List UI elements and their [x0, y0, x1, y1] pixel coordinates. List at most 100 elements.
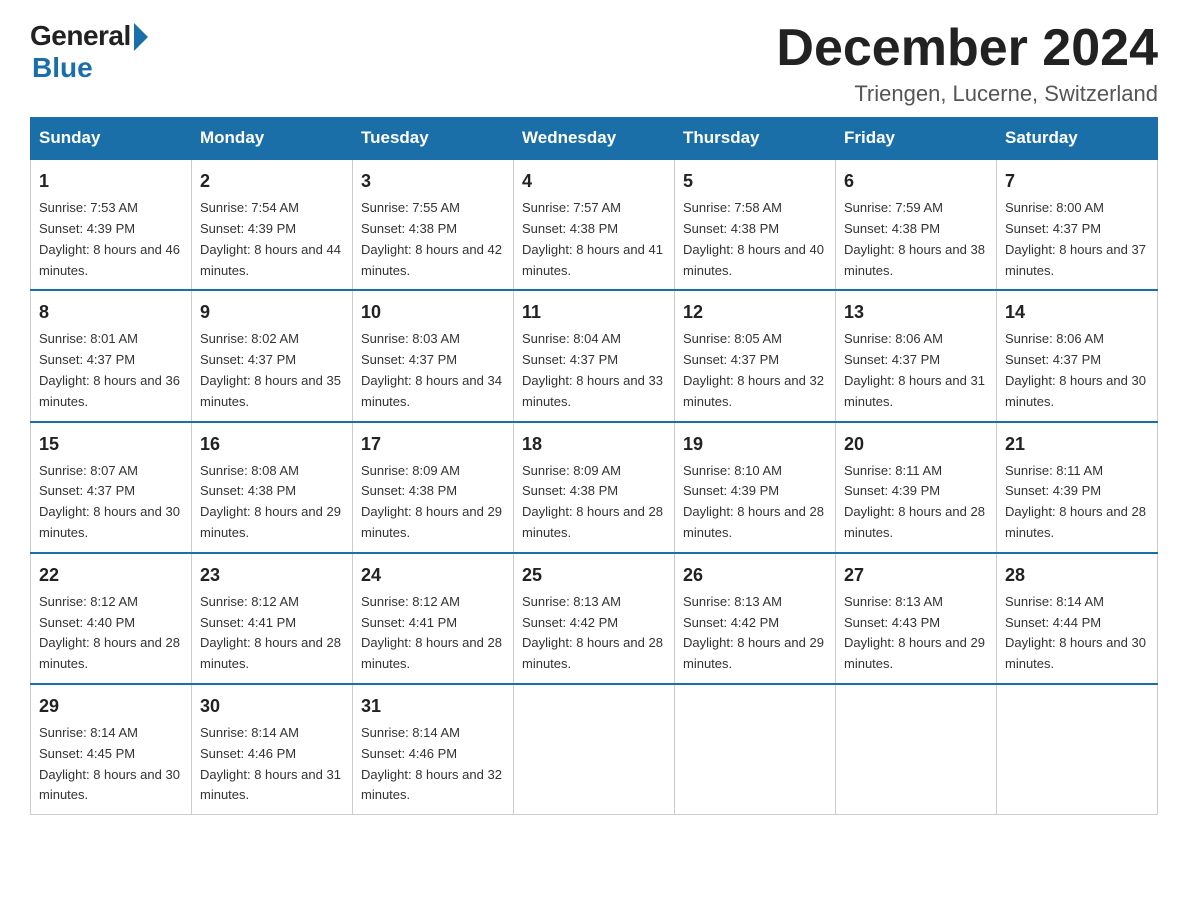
day-number: 2	[200, 168, 344, 195]
day-info: Sunrise: 8:09 AMSunset: 4:38 PMDaylight:…	[361, 463, 502, 540]
weekday-header-row: SundayMondayTuesdayWednesdayThursdayFrid…	[31, 118, 1158, 160]
calendar-day-cell: 18 Sunrise: 8:09 AMSunset: 4:38 PMDaylig…	[514, 422, 675, 553]
logo-arrow-icon	[134, 23, 148, 51]
weekday-header-wednesday: Wednesday	[514, 118, 675, 160]
day-info: Sunrise: 8:11 AMSunset: 4:39 PMDaylight:…	[1005, 463, 1146, 540]
calendar-day-cell: 20 Sunrise: 8:11 AMSunset: 4:39 PMDaylig…	[836, 422, 997, 553]
calendar-day-cell: 26 Sunrise: 8:13 AMSunset: 4:42 PMDaylig…	[675, 553, 836, 684]
day-info: Sunrise: 8:13 AMSunset: 4:42 PMDaylight:…	[522, 594, 663, 671]
calendar-week-row: 1 Sunrise: 7:53 AMSunset: 4:39 PMDayligh…	[31, 159, 1158, 290]
weekday-header-thursday: Thursday	[675, 118, 836, 160]
day-info: Sunrise: 8:12 AMSunset: 4:41 PMDaylight:…	[361, 594, 502, 671]
day-number: 21	[1005, 431, 1149, 458]
logo-blue-text: Blue	[32, 52, 93, 84]
calendar-day-cell: 4 Sunrise: 7:57 AMSunset: 4:38 PMDayligh…	[514, 159, 675, 290]
calendar-day-cell: 5 Sunrise: 7:58 AMSunset: 4:38 PMDayligh…	[675, 159, 836, 290]
day-info: Sunrise: 7:58 AMSunset: 4:38 PMDaylight:…	[683, 200, 824, 277]
day-number: 15	[39, 431, 183, 458]
calendar-day-cell: 17 Sunrise: 8:09 AMSunset: 4:38 PMDaylig…	[353, 422, 514, 553]
day-info: Sunrise: 8:04 AMSunset: 4:37 PMDaylight:…	[522, 331, 663, 408]
day-number: 29	[39, 693, 183, 720]
logo-general-text: General	[30, 20, 131, 52]
day-info: Sunrise: 8:14 AMSunset: 4:44 PMDaylight:…	[1005, 594, 1146, 671]
day-number: 11	[522, 299, 666, 326]
calendar-day-cell: 28 Sunrise: 8:14 AMSunset: 4:44 PMDaylig…	[997, 553, 1158, 684]
day-number: 7	[1005, 168, 1149, 195]
day-info: Sunrise: 8:13 AMSunset: 4:42 PMDaylight:…	[683, 594, 824, 671]
day-info: Sunrise: 8:14 AMSunset: 4:46 PMDaylight:…	[361, 725, 502, 802]
day-info: Sunrise: 8:14 AMSunset: 4:46 PMDaylight:…	[200, 725, 341, 802]
day-number: 20	[844, 431, 988, 458]
day-number: 23	[200, 562, 344, 589]
day-number: 25	[522, 562, 666, 589]
calendar-day-cell: 3 Sunrise: 7:55 AMSunset: 4:38 PMDayligh…	[353, 159, 514, 290]
day-info: Sunrise: 8:01 AMSunset: 4:37 PMDaylight:…	[39, 331, 180, 408]
calendar-day-cell	[675, 684, 836, 815]
day-info: Sunrise: 7:54 AMSunset: 4:39 PMDaylight:…	[200, 200, 341, 277]
day-info: Sunrise: 7:59 AMSunset: 4:38 PMDaylight:…	[844, 200, 985, 277]
day-info: Sunrise: 8:10 AMSunset: 4:39 PMDaylight:…	[683, 463, 824, 540]
day-number: 27	[844, 562, 988, 589]
weekday-header-saturday: Saturday	[997, 118, 1158, 160]
day-number: 17	[361, 431, 505, 458]
page-header: General Blue December 2024 Triengen, Luc…	[30, 20, 1158, 107]
calendar-day-cell: 29 Sunrise: 8:14 AMSunset: 4:45 PMDaylig…	[31, 684, 192, 815]
day-number: 1	[39, 168, 183, 195]
calendar-day-cell: 6 Sunrise: 7:59 AMSunset: 4:38 PMDayligh…	[836, 159, 997, 290]
day-info: Sunrise: 7:55 AMSunset: 4:38 PMDaylight:…	[361, 200, 502, 277]
calendar-day-cell: 15 Sunrise: 8:07 AMSunset: 4:37 PMDaylig…	[31, 422, 192, 553]
day-info: Sunrise: 7:57 AMSunset: 4:38 PMDaylight:…	[522, 200, 663, 277]
day-number: 24	[361, 562, 505, 589]
calendar-day-cell	[997, 684, 1158, 815]
day-number: 31	[361, 693, 505, 720]
weekday-header-monday: Monday	[192, 118, 353, 160]
day-info: Sunrise: 8:07 AMSunset: 4:37 PMDaylight:…	[39, 463, 180, 540]
calendar-day-cell: 9 Sunrise: 8:02 AMSunset: 4:37 PMDayligh…	[192, 290, 353, 421]
day-info: Sunrise: 8:12 AMSunset: 4:40 PMDaylight:…	[39, 594, 180, 671]
day-number: 26	[683, 562, 827, 589]
day-info: Sunrise: 8:13 AMSunset: 4:43 PMDaylight:…	[844, 594, 985, 671]
calendar-table: SundayMondayTuesdayWednesdayThursdayFrid…	[30, 117, 1158, 815]
day-number: 28	[1005, 562, 1149, 589]
day-number: 22	[39, 562, 183, 589]
weekday-header-sunday: Sunday	[31, 118, 192, 160]
day-number: 14	[1005, 299, 1149, 326]
calendar-day-cell: 10 Sunrise: 8:03 AMSunset: 4:37 PMDaylig…	[353, 290, 514, 421]
calendar-day-cell: 1 Sunrise: 7:53 AMSunset: 4:39 PMDayligh…	[31, 159, 192, 290]
day-info: Sunrise: 8:05 AMSunset: 4:37 PMDaylight:…	[683, 331, 824, 408]
day-info: Sunrise: 8:12 AMSunset: 4:41 PMDaylight:…	[200, 594, 341, 671]
day-number: 30	[200, 693, 344, 720]
title-block: December 2024 Triengen, Lucerne, Switzer…	[776, 20, 1158, 107]
day-number: 18	[522, 431, 666, 458]
month-title: December 2024	[776, 20, 1158, 77]
day-number: 12	[683, 299, 827, 326]
calendar-day-cell: 8 Sunrise: 8:01 AMSunset: 4:37 PMDayligh…	[31, 290, 192, 421]
logo: General Blue	[30, 20, 148, 84]
day-number: 16	[200, 431, 344, 458]
day-info: Sunrise: 8:06 AMSunset: 4:37 PMDaylight:…	[844, 331, 985, 408]
day-info: Sunrise: 8:03 AMSunset: 4:37 PMDaylight:…	[361, 331, 502, 408]
day-number: 5	[683, 168, 827, 195]
calendar-day-cell: 22 Sunrise: 8:12 AMSunset: 4:40 PMDaylig…	[31, 553, 192, 684]
calendar-day-cell: 19 Sunrise: 8:10 AMSunset: 4:39 PMDaylig…	[675, 422, 836, 553]
calendar-day-cell	[514, 684, 675, 815]
calendar-day-cell: 31 Sunrise: 8:14 AMSunset: 4:46 PMDaylig…	[353, 684, 514, 815]
day-number: 13	[844, 299, 988, 326]
day-number: 8	[39, 299, 183, 326]
calendar-day-cell: 23 Sunrise: 8:12 AMSunset: 4:41 PMDaylig…	[192, 553, 353, 684]
day-number: 9	[200, 299, 344, 326]
calendar-week-row: 15 Sunrise: 8:07 AMSunset: 4:37 PMDaylig…	[31, 422, 1158, 553]
calendar-day-cell: 14 Sunrise: 8:06 AMSunset: 4:37 PMDaylig…	[997, 290, 1158, 421]
day-number: 6	[844, 168, 988, 195]
calendar-week-row: 29 Sunrise: 8:14 AMSunset: 4:45 PMDaylig…	[31, 684, 1158, 815]
calendar-day-cell: 12 Sunrise: 8:05 AMSunset: 4:37 PMDaylig…	[675, 290, 836, 421]
weekday-header-tuesday: Tuesday	[353, 118, 514, 160]
calendar-day-cell: 24 Sunrise: 8:12 AMSunset: 4:41 PMDaylig…	[353, 553, 514, 684]
day-info: Sunrise: 8:08 AMSunset: 4:38 PMDaylight:…	[200, 463, 341, 540]
calendar-day-cell: 7 Sunrise: 8:00 AMSunset: 4:37 PMDayligh…	[997, 159, 1158, 290]
day-number: 4	[522, 168, 666, 195]
day-info: Sunrise: 8:06 AMSunset: 4:37 PMDaylight:…	[1005, 331, 1146, 408]
day-info: Sunrise: 8:09 AMSunset: 4:38 PMDaylight:…	[522, 463, 663, 540]
calendar-week-row: 22 Sunrise: 8:12 AMSunset: 4:40 PMDaylig…	[31, 553, 1158, 684]
calendar-day-cell	[836, 684, 997, 815]
